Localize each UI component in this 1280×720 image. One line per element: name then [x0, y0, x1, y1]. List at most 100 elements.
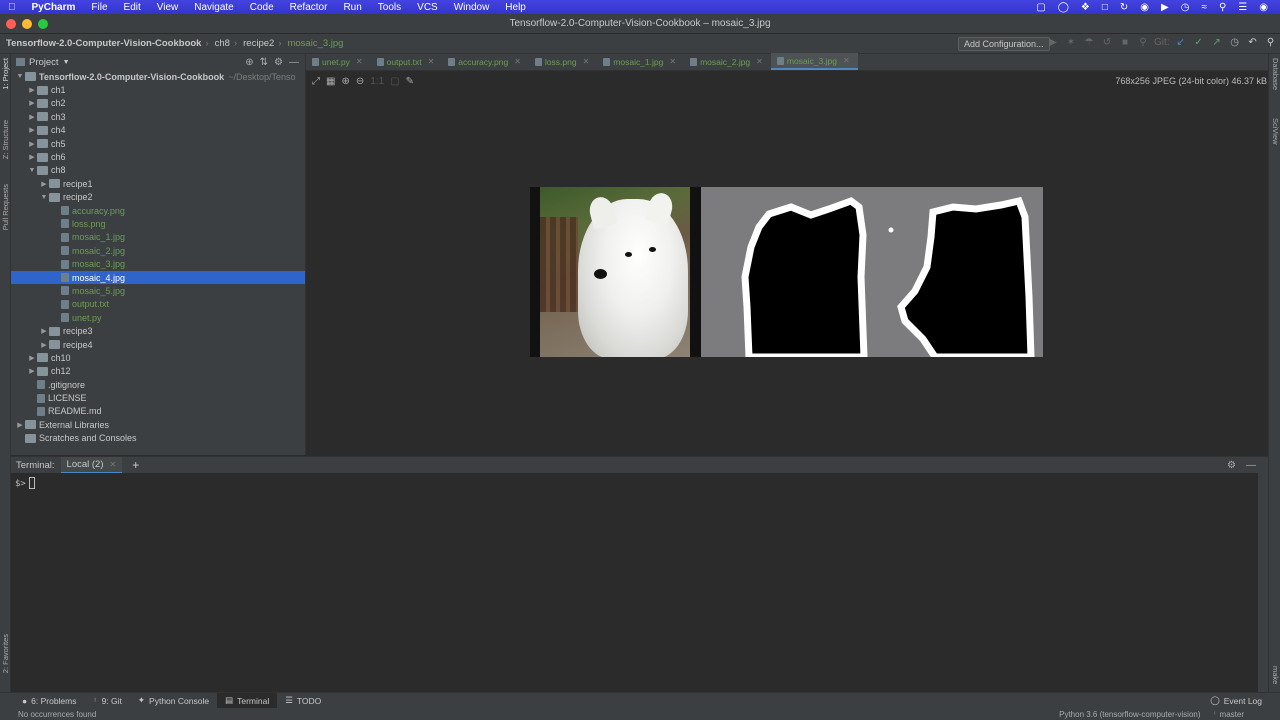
pull-requests-tool-button[interactable]: Pull Requests	[1, 184, 10, 230]
git-update-icon[interactable]: ↙	[1174, 37, 1188, 48]
menu-file[interactable]: File	[83, 2, 115, 13]
git-rollback-icon[interactable]: ↶	[1246, 37, 1260, 48]
play-icon[interactable]: ▶	[1155, 2, 1175, 13]
gear-icon[interactable]: ⚙	[274, 57, 283, 68]
image-canvas[interactable]	[530, 187, 1043, 357]
chat-icon[interactable]: □	[1096, 2, 1114, 13]
hide-icon[interactable]: —	[289, 57, 299, 68]
hide-icon[interactable]: —	[1246, 460, 1256, 471]
sciview-tool-button[interactable]: SciView	[1271, 118, 1280, 145]
circle-status-icon[interactable]: ◯	[1052, 2, 1075, 13]
grid-icon[interactable]: ▦	[326, 76, 335, 87]
python-interpreter[interactable]: Python 3.6 (tensorflow-computer-vision)	[1059, 710, 1200, 719]
tree-item[interactable]: ▶ ch3	[11, 110, 305, 123]
tree-item[interactable]: mosaic_1.jpg	[11, 231, 305, 244]
tree-item[interactable]: output.txt	[11, 298, 305, 311]
terminal-tool-button[interactable]: ▤ Terminal	[217, 692, 278, 709]
zoom-out-icon[interactable]: ⊖	[356, 76, 364, 87]
close-icon[interactable]: ✕	[583, 57, 590, 66]
close-icon[interactable]: ✕	[428, 57, 435, 66]
chevron-right-icon[interactable]: ▶	[27, 99, 37, 107]
run-icon[interactable]: ▶	[1046, 37, 1060, 48]
menu-edit[interactable]: Edit	[116, 2, 149, 13]
fit-zoom-icon[interactable]: ⤢	[312, 76, 320, 87]
tree-item[interactable]: ▶ recipe1	[11, 177, 305, 190]
tree-item[interactable]: mosaic_4.jpg	[11, 270, 305, 285]
breadcrumb-ch8[interactable]: ch8	[209, 38, 234, 49]
siri-icon[interactable]: ◉	[1253, 2, 1274, 13]
editor-tab[interactable]: mosaic_1.jpg ✕	[597, 53, 684, 70]
tree-item[interactable]: mosaic_2.jpg	[11, 244, 305, 257]
record-icon[interactable]: ◉	[1134, 2, 1155, 13]
tree-item[interactable]: ▶ External Libraries	[11, 418, 305, 431]
event-log-button[interactable]: ◯ Event Log	[1202, 693, 1280, 709]
editor-tab[interactable]: loss.png ✕	[529, 53, 597, 70]
menu-help[interactable]: Help	[497, 2, 534, 13]
chevron-right-icon[interactable]: ▶	[27, 140, 37, 148]
database-tool-button[interactable]: Database	[1271, 58, 1280, 90]
menu-vcs[interactable]: VCS	[409, 2, 446, 13]
chevron-right-icon[interactable]: ▶	[39, 180, 49, 188]
wifi-icon[interactable]: ≈	[1195, 2, 1213, 13]
tree-item[interactable]: LICENSE	[11, 391, 305, 404]
tree-item[interactable]: unet.py	[11, 311, 305, 324]
git-branch[interactable]: ᛌ master	[1213, 710, 1244, 719]
menu-run[interactable]: Run	[335, 2, 369, 13]
project-tool-button[interactable]: 1: Project	[1, 58, 10, 90]
chevron-right-icon[interactable]: ▶	[27, 86, 37, 94]
tree-item[interactable]: ▶ recipe4	[11, 338, 305, 351]
apple-icon[interactable]: 	[0, 2, 24, 13]
editor-tab[interactable]: mosaic_3.jpg ✕	[770, 53, 858, 70]
menu-tools[interactable]: Tools	[370, 2, 409, 13]
tree-item[interactable]: Scratches and Consoles	[11, 432, 305, 445]
chevron-right-icon[interactable]: ▶	[15, 421, 25, 429]
new-terminal-icon[interactable]: +	[122, 458, 139, 472]
menu-code[interactable]: Code	[242, 2, 282, 13]
favorites-tool-button[interactable]: 2: Favorites	[1, 634, 10, 673]
fit-window-icon[interactable]: ▢	[390, 76, 399, 87]
chevron-down-icon[interactable]: ▼	[39, 194, 49, 201]
global-search-icon[interactable]: ⚲	[1264, 37, 1278, 48]
color-picker-icon[interactable]: ✎	[406, 76, 414, 87]
close-icon[interactable]: ✕	[669, 57, 676, 66]
tree-item[interactable]: ▶ recipe3	[11, 324, 305, 337]
refresh-icon[interactable]: ↻	[1114, 2, 1134, 13]
menu-navigate[interactable]: Navigate	[186, 2, 241, 13]
terminal-tab-local[interactable]: Local (2) ✕	[60, 456, 123, 474]
chevron-right-icon[interactable]: ▶	[27, 126, 37, 134]
search-everywhere-icon[interactable]: ⚲	[1136, 37, 1150, 48]
chevron-right-icon[interactable]: ▶	[39, 327, 49, 335]
locate-icon[interactable]: ⊕	[245, 57, 253, 68]
chevron-right-icon[interactable]: ▶	[27, 354, 37, 362]
tree-item[interactable]: ▶ ch4	[11, 124, 305, 137]
editor-tab[interactable]: unet.py ✕	[306, 53, 371, 70]
search-icon[interactable]: ⚲	[1213, 2, 1232, 13]
close-icon[interactable]: ✕	[756, 57, 763, 66]
close-icon[interactable]: ✕	[110, 460, 117, 469]
debug-icon[interactable]: ✶	[1064, 37, 1078, 48]
editor-tab[interactable]: output.txt ✕	[371, 53, 443, 70]
tree-item[interactable]: README.md	[11, 405, 305, 418]
tree-item[interactable]: mosaic_3.jpg	[11, 257, 305, 270]
control-center-icon[interactable]: ☰	[1232, 2, 1253, 13]
tree-item[interactable]: mosaic_5.jpg	[11, 284, 305, 297]
breadcrumb-project[interactable]: Tensorflow-2.0-Computer-Vision-Cookbook	[0, 38, 205, 49]
close-icon[interactable]: ✕	[514, 57, 521, 66]
tree-item[interactable]: ▶ ch12	[11, 365, 305, 378]
tree-item[interactable]: .gitignore	[11, 378, 305, 391]
tree-item[interactable]: accuracy.png	[11, 204, 305, 217]
tree-item[interactable]: ▶ ch10	[11, 351, 305, 364]
terminal-scrollbar[interactable]	[1258, 473, 1268, 692]
stop-icon[interactable]: ■	[1118, 37, 1132, 48]
breadcrumb-recipe2[interactable]: recipe2	[237, 38, 278, 49]
actual-size-icon[interactable]: 1:1	[370, 76, 384, 87]
git-tool-button[interactable]: ᛌ 9: Git	[85, 693, 130, 709]
editor-tab[interactable]: mosaic_2.jpg ✕	[684, 53, 771, 70]
terminal-output[interactable]: $>	[11, 473, 1258, 692]
chevron-right-icon[interactable]: ▶	[27, 153, 37, 161]
add-configuration-button[interactable]: Add Configuration...	[958, 37, 1050, 51]
tree-item[interactable]: ▼ Tensorflow-2.0-Computer-Vision-Cookbook…	[11, 70, 305, 83]
chevron-down-icon[interactable]: ▼	[27, 167, 37, 174]
gear-icon[interactable]: ⚙	[1227, 460, 1236, 471]
git-push-icon[interactable]: ↗	[1210, 37, 1224, 48]
